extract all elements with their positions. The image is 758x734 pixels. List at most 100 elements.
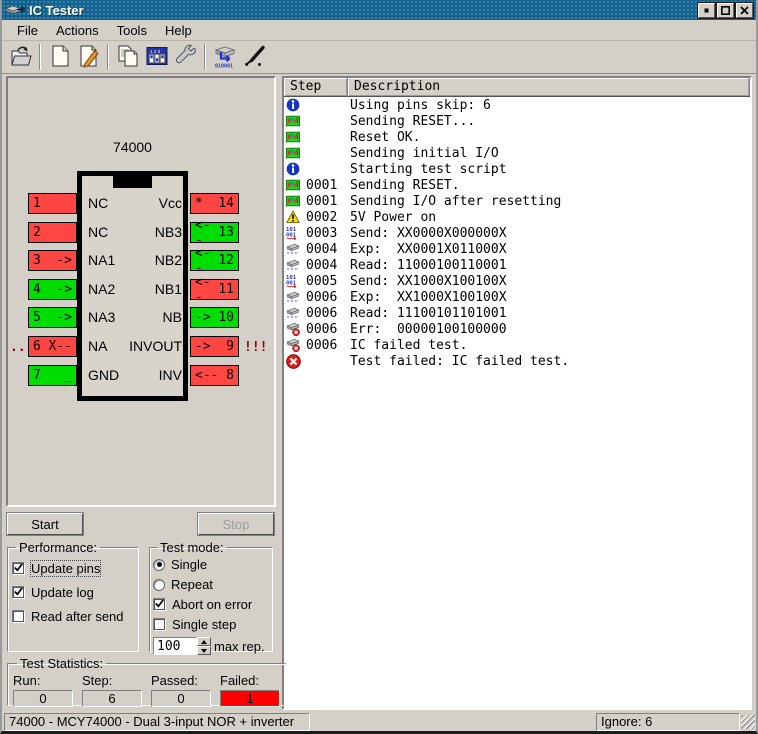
log-row[interactable]: Test failed: IC failed test. — [284, 353, 750, 369]
radio-repeat[interactable]: Repeat — [153, 577, 269, 592]
checkbox-box[interactable] — [12, 610, 25, 623]
checkbox-update-log[interactable]: Update log — [12, 585, 134, 600]
max-rep-input[interactable] — [153, 637, 197, 655]
log-row[interactable]: 1010010003Send: XX0000X000000X — [284, 225, 750, 241]
log-row[interactable]: 0001Sending I/O after resetting — [284, 193, 750, 209]
checkbox-read-after-send[interactable]: Read after send — [12, 609, 134, 624]
checkbox-box[interactable] — [12, 562, 25, 575]
pin-number: 4 — [33, 282, 41, 297]
log-description: Sending RESET. — [348, 178, 460, 193]
checkbox-single-step[interactable]: Single step — [153, 617, 269, 632]
menu-actions[interactable]: Actions — [47, 22, 108, 39]
spin-up-button[interactable] — [197, 637, 211, 646]
log-row[interactable]: 0006IC failed test. — [284, 337, 750, 353]
radio-circle[interactable] — [153, 579, 165, 591]
run-test-button[interactable]: 010001 — [210, 43, 239, 72]
chip-title: 74000 — [77, 139, 188, 155]
pin-number: 10 — [218, 310, 234, 325]
run-buttons: Start Stop — [7, 513, 274, 535]
pin-7[interactable]: 7_ — [28, 365, 77, 386]
max-rep-label: max rep. — [214, 639, 265, 654]
pin-12[interactable]: <--12 — [190, 250, 239, 271]
log-row[interactable]: Sending initial I/O — [284, 145, 750, 161]
checkbox-label: Read after send — [31, 609, 124, 624]
log-row[interactable]: 00025V Power on — [284, 209, 750, 225]
stat-value: 0 — [151, 690, 211, 707]
ic-tester-window: IC Tester FileActionsToolsHelp 1 2 30100… — [0, 0, 758, 734]
edit-icon — [77, 44, 101, 71]
log-description: Test failed: IC failed test. — [348, 354, 569, 369]
pin-label-inv: INV — [159, 365, 182, 386]
chip-error-icon — [286, 322, 302, 336]
start-button[interactable]: Start — [7, 513, 83, 535]
menu-tools[interactable]: Tools — [108, 22, 156, 39]
stat-label: Run: — [13, 673, 73, 688]
open-button[interactable] — [6, 43, 35, 72]
radio-dot — [157, 562, 162, 567]
log-description: Exp: XX0001X011000X — [348, 242, 507, 257]
checkbox-box[interactable] — [153, 598, 166, 611]
log-column-description[interactable]: Description — [348, 78, 750, 96]
log-row[interactable]: 1010010005Send: XX1000X100100X — [284, 273, 750, 289]
titlebar[interactable]: IC Tester — [2, 0, 756, 20]
pin-direction: -> — [56, 310, 72, 325]
log-row[interactable]: 0004Exp: XX0001X011000X — [284, 241, 750, 257]
menu-help[interactable]: Help — [156, 22, 201, 39]
pin-14[interactable]: *14 — [190, 193, 239, 214]
stop-button[interactable]: Stop — [198, 513, 274, 535]
check-icon — [154, 597, 165, 612]
log-row[interactable]: 0006Err: 00000100100000 — [284, 321, 750, 337]
log-description: Using pins skip: 6 — [348, 98, 491, 113]
copy-button[interactable] — [113, 43, 142, 72]
checkbox-box[interactable] — [12, 586, 25, 599]
log-description: Send: XX1000X100100X — [348, 274, 507, 289]
wrench-button[interactable] — [171, 43, 200, 72]
log-row[interactable]: 0004Read: 11000100110001 — [284, 257, 750, 273]
menu-file[interactable]: File — [8, 22, 47, 39]
pin-number: 1 — [33, 196, 41, 211]
checkbox-label: Abort on error — [172, 597, 252, 612]
pin-8[interactable]: <--8 — [190, 365, 239, 386]
log-description: Read: 11000100110001 — [348, 258, 507, 273]
log-row[interactable]: 0006Read: 11100101101001 — [284, 305, 750, 321]
pin-5[interactable]: 5-> — [28, 307, 77, 328]
close-button[interactable] — [736, 3, 753, 18]
info-icon — [286, 98, 302, 112]
maximize-button[interactable] — [717, 3, 734, 18]
checkbox-abort-on-error[interactable]: Abort on error — [153, 597, 269, 612]
probe-button[interactable] — [239, 43, 268, 72]
max-rep-row: max rep. — [153, 637, 269, 655]
log-row[interactable]: 0001Sending RESET. — [284, 177, 750, 193]
pin-10[interactable]: ->10 — [190, 307, 239, 328]
spin-down-button[interactable] — [197, 646, 211, 655]
pin-6[interactable]: 6X-- — [28, 336, 77, 357]
toolbar-separator — [107, 44, 109, 70]
pin-2[interactable]: 2 — [28, 222, 77, 243]
performance-legend: Performance: — [16, 540, 100, 555]
log-row[interactable]: Sending RESET... — [284, 113, 750, 129]
pin-number: 7 — [33, 368, 41, 383]
pin-3[interactable]: 3-> — [28, 250, 77, 271]
checkbox-box[interactable] — [153, 618, 166, 631]
new-file-button[interactable] — [45, 43, 74, 72]
checkbox-update-pins[interactable]: Update pins — [12, 561, 134, 576]
edit-button[interactable] — [74, 43, 103, 72]
resize-grip-icon[interactable] — [741, 715, 755, 729]
checkbox-label: Update log — [31, 585, 94, 600]
log-row[interactable]: 0006Exp: XX1000X100100X — [284, 289, 750, 305]
status-ignore: Ignore: 6 — [596, 713, 740, 731]
pin-13[interactable]: <--13 — [190, 222, 239, 243]
log-row[interactable]: Using pins skip: 6 — [284, 97, 750, 113]
log-row[interactable]: Starting test script — [284, 161, 750, 177]
minimize-button[interactable] — [698, 3, 715, 18]
log-row[interactable]: Reset OK. — [284, 129, 750, 145]
pin-11[interactable]: <--11 — [190, 279, 239, 300]
log-column-step[interactable]: Step — [284, 78, 348, 96]
dip-switches-button[interactable]: 1 2 3 — [142, 43, 171, 72]
pin-4[interactable]: 4-> — [28, 279, 77, 300]
radio-single[interactable]: Single — [153, 557, 269, 572]
toolbar-separator — [39, 44, 41, 70]
radio-circle[interactable] — [153, 559, 165, 571]
pin-9[interactable]: ->9 — [190, 336, 239, 357]
pin-1[interactable]: 1 — [28, 193, 77, 214]
